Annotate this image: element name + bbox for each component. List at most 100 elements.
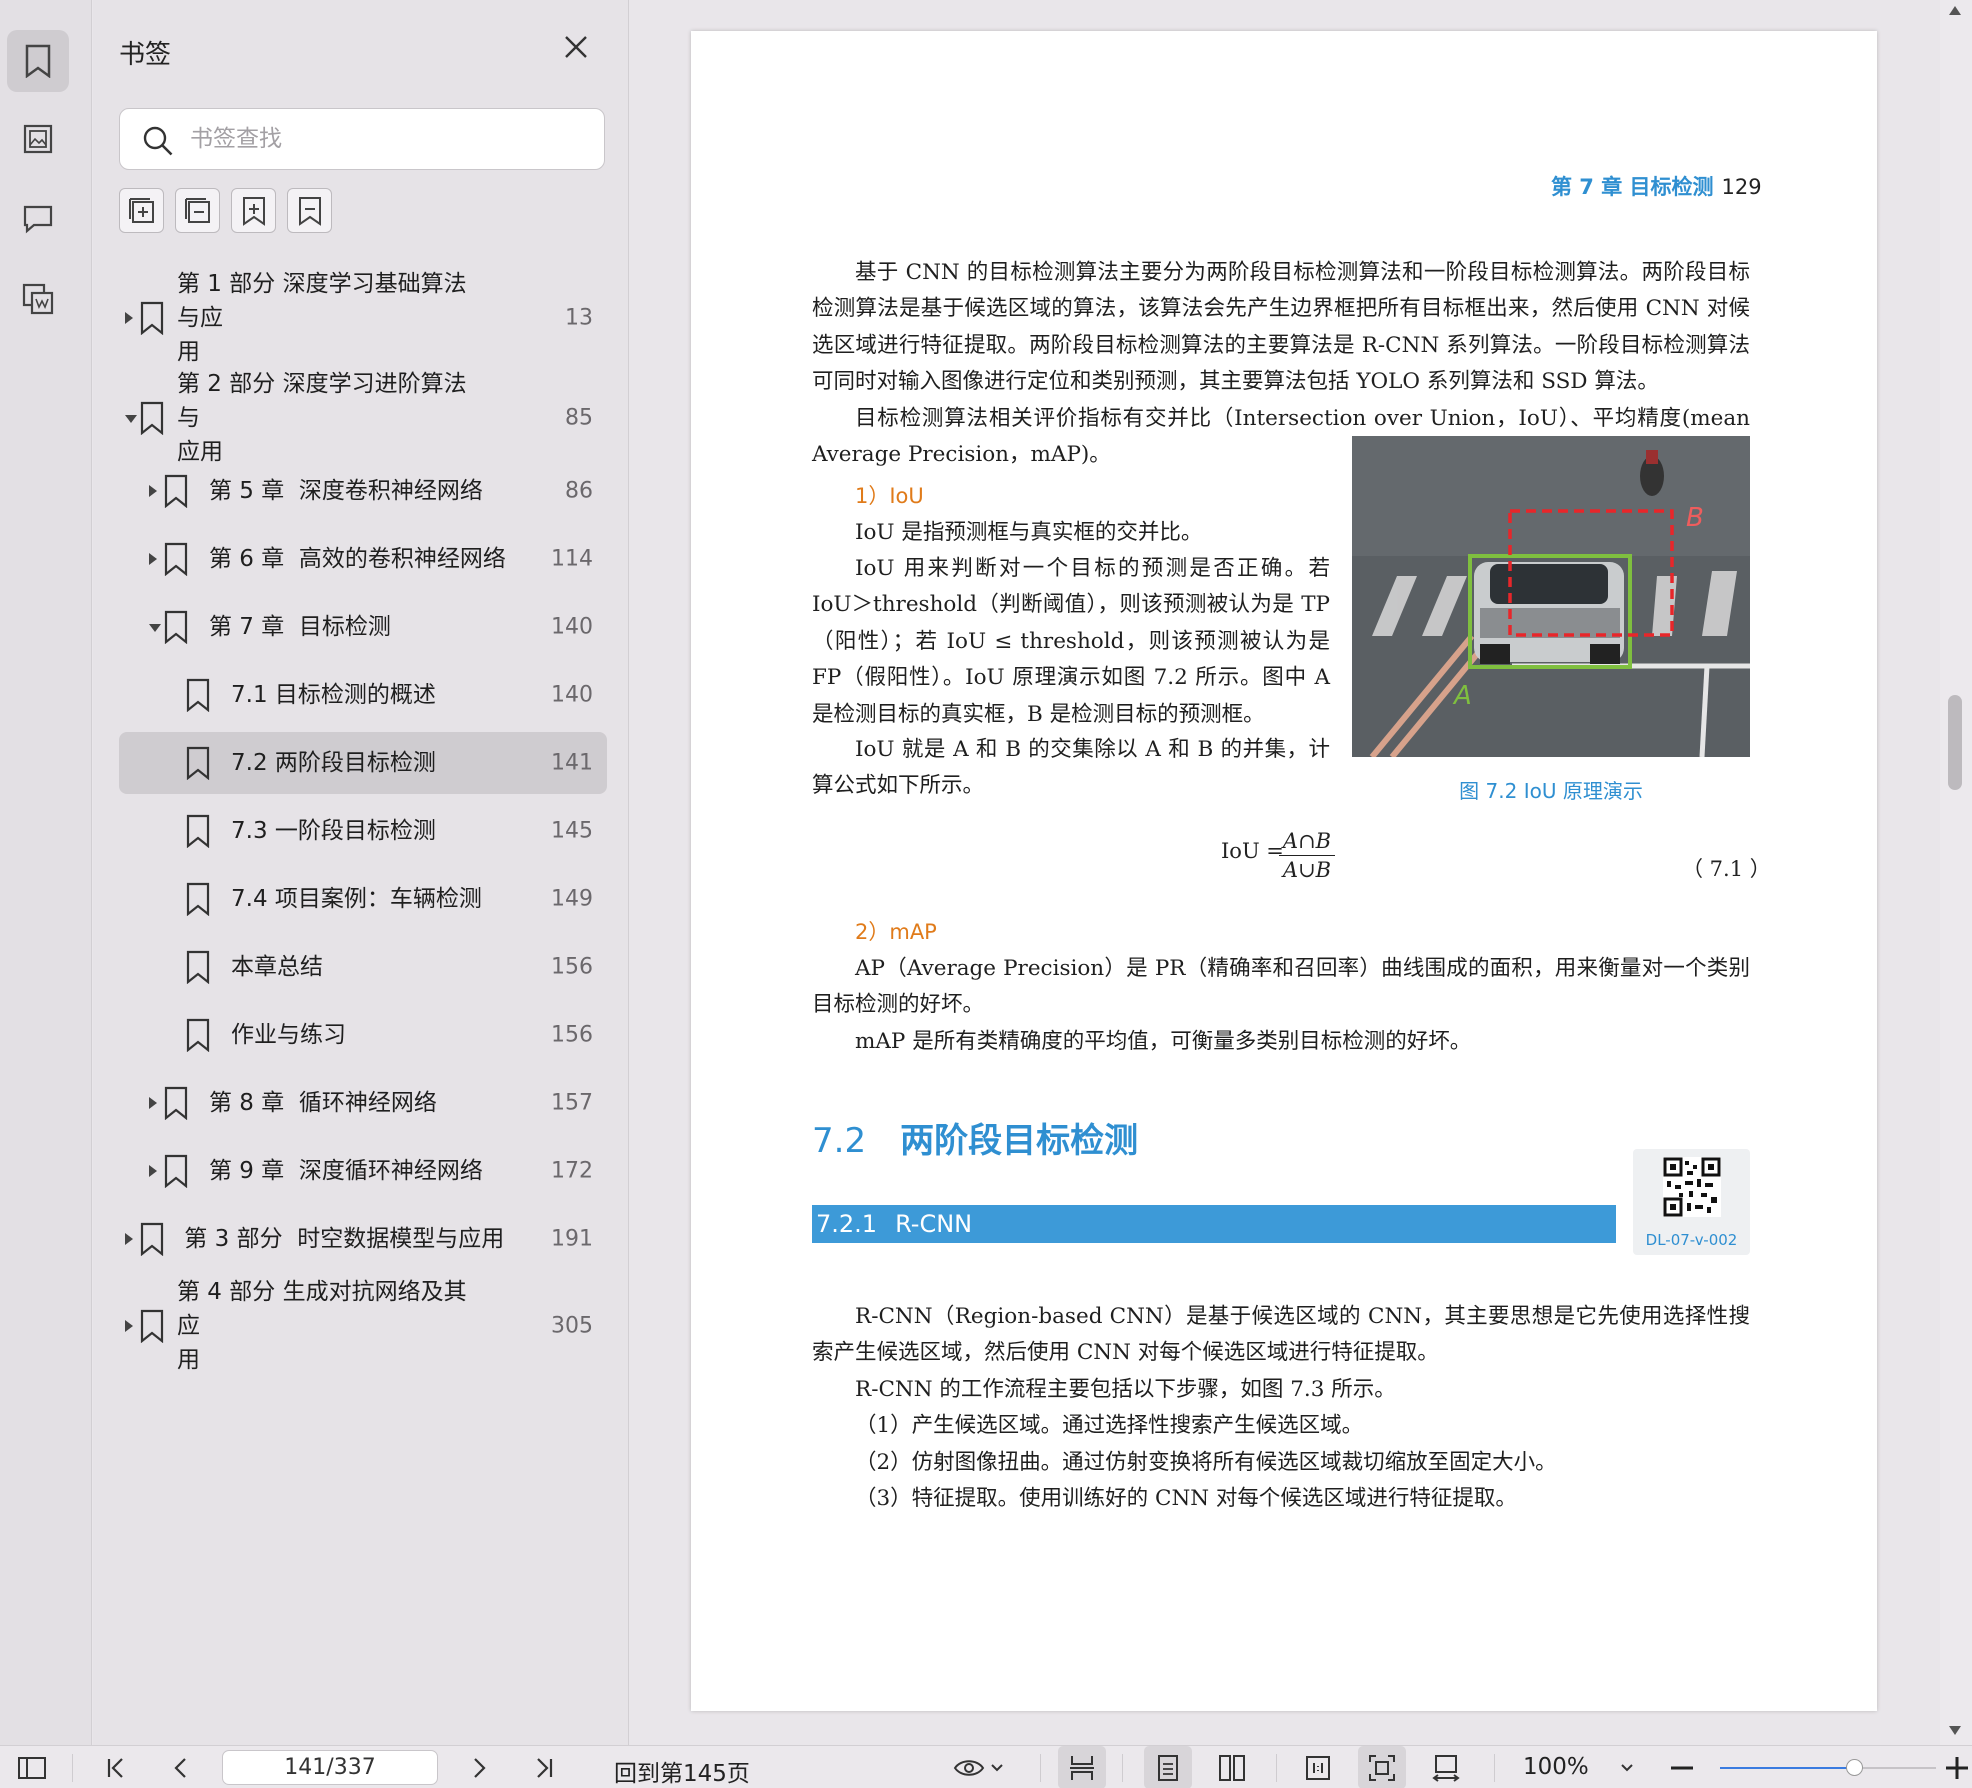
toolbar-divider [1494,1754,1495,1782]
bookmark-icon [139,301,165,339]
bookmark-item[interactable]: 第 8 章 循环神经网络 157 [119,1072,607,1134]
iou-figure-image: B A [1352,436,1750,757]
comment-icon [23,205,53,234]
zoom-dropdown-button[interactable] [1612,1746,1642,1788]
scroll-down-arrow-icon[interactable] [1949,1726,1961,1735]
expand-arrow-icon[interactable] [125,1320,133,1332]
expand-arrow-icon[interactable] [149,553,157,565]
bookmark-item[interactable]: 本章总结 156 [119,936,607,998]
attachments-panel-button[interactable] [7,268,69,330]
bookmark-icon [139,401,165,439]
bookmark-page-number: 114 [551,546,593,572]
bookmark-search-input[interactable] [190,121,580,157]
bookmark-page-number: 145 [551,818,593,844]
bookmark-label: 第 8 章 循环神经网络 [209,1090,437,1116]
bookmark-item[interactable]: 作业与练习 156 [119,1004,607,1066]
bookmark-page-number: 157 [551,1090,593,1116]
expand-arrow-icon[interactable] [149,1097,157,1109]
pdf-page: 第 7 章 目标检测 129 基于 CNN 的目标检测算法主要分为两阶段目标检测算… [691,31,1877,1711]
bookmark-item[interactable]: 7.4 项目案例：车辆检测 149 [119,868,607,930]
first-page-button[interactable] [98,1746,134,1788]
scroll-thumb[interactable] [1948,695,1962,790]
section-heading: 7.2 两阶段目标检测 [812,1113,1138,1162]
expand-arrow-icon[interactable] [149,1165,157,1177]
continuous-scroll-button[interactable] [1058,1746,1106,1788]
bookmarks-panel-button[interactable] [7,30,69,92]
vertical-scrollbar[interactable] [1940,0,1972,1745]
bookmark-item[interactable]: 第 3 部分 时空数据模型与应用 191 [119,1208,607,1270]
thumbnails-panel-button[interactable] [7,108,69,170]
bookmark-item[interactable]: 第 7 章 目标检测 140 [119,596,607,658]
bookmark-page-number: 85 [565,405,593,431]
add-bookmark-icon [242,196,265,226]
video-qr-code[interactable]: DL-07-v-002 [1633,1149,1750,1255]
bookmark-page-number: 305 [551,1313,593,1339]
bookmark-label: 7.4 项目案例：车辆检测 [231,886,482,912]
close-panel-button[interactable] [563,34,593,64]
expand-arrow-icon[interactable] [149,485,157,497]
next-page-button[interactable] [462,1746,498,1788]
bookmark-item[interactable]: 7.1 目标检测的概述 140 [119,664,607,726]
add-bookmark-button[interactable] [231,188,276,233]
toolbar-divider [1040,1754,1041,1782]
zoom-out-button[interactable] [1664,1746,1700,1788]
collapse-arrow-icon[interactable] [149,624,161,632]
page-number-input[interactable] [222,1750,438,1785]
running-head-page-number: 129 [1721,175,1762,199]
plus-icon [1946,1756,1968,1779]
bookmark-icon [185,746,211,784]
view-mode-dropdown[interactable] [948,1746,1008,1788]
zoom-slider-knob[interactable] [1845,1759,1863,1776]
bookmark-icon [25,44,51,78]
bookmark-label-line: 第 2 部分 深度学习进阶算法与 [177,371,467,431]
rcnn-step-3: （3）特征提取。使用训练好的 CNN 对每个候选区域进行特征提取。 [855,1486,1517,1511]
fit-width-button[interactable] [1422,1746,1470,1788]
bookmark-item[interactable]: 第 9 章 深度循环神经网络 172 [119,1140,607,1202]
subsection-number: 7.2.1 [816,1210,878,1238]
scroll-up-arrow-icon[interactable] [1949,6,1961,15]
bookmark-item[interactable]: 第 2 部分 深度学习进阶算法与 应用 85 [119,370,607,466]
bookmark-label: 7.2 两阶段目标检测 [231,750,436,776]
formula-denominator: A∪B [1282,858,1332,882]
bookmark-search [119,108,605,170]
collapse-all-button[interactable] [175,188,220,233]
bookmark-page-number: 141 [551,750,593,776]
previous-page-button[interactable] [162,1746,198,1788]
toggle-sidebar-button[interactable] [12,1746,52,1788]
figure-label-a: A [1452,681,1472,711]
panel-title: 书签 [119,40,172,70]
chevron-down-icon [1621,1763,1633,1771]
expand-arrow-icon[interactable] [125,1233,133,1245]
fit-page-button[interactable] [1358,1746,1406,1788]
bookmark-item[interactable]: 7.2 两阶段目标检测 141 [119,732,607,794]
bookmark-label: 第 2 部分 深度学习进阶算法与 应用 [177,367,477,469]
iou-heading: 1）IoU [855,484,924,508]
zoom-level[interactable]: 100% [1523,1754,1589,1780]
remove-bookmark-button[interactable] [287,188,332,233]
bookmark-item[interactable]: 7.3 一阶段目标检测 145 [119,800,607,862]
bookmark-item[interactable]: 第 4 部分 生成对抗网络及其应用 305 [119,1278,607,1374]
zoom-slider[interactable] [1720,1759,1936,1776]
expand-arrow-icon[interactable] [125,312,133,324]
bookmark-label-line: 用 [177,339,200,365]
fit-page-icon [1369,1754,1395,1781]
bookmark-icon [163,1086,189,1124]
bookmark-item[interactable]: 第 5 章 深度卷积神经网络 86 [119,460,607,522]
expand-all-icon [128,197,154,223]
toolbar-divider [72,1754,73,1782]
bookmark-page-number: 149 [551,886,593,912]
last-page-button[interactable] [526,1746,562,1788]
figure-label-b: B [1686,503,1704,533]
two-page-button[interactable] [1208,1746,1256,1788]
bookmark-page-number: 156 [551,1022,593,1048]
expand-all-button[interactable] [119,188,164,233]
bookmark-item[interactable]: 第 1 部分 深度学习基础算法与应用 13 [119,270,607,366]
actual-size-button[interactable] [1294,1746,1342,1788]
collapse-arrow-icon[interactable] [125,415,137,423]
bookmark-item[interactable]: 第 6 章 高效的卷积神经网络 114 [119,528,607,590]
zoom-in-button[interactable] [1942,1746,1972,1788]
iou-formula: IoU = A∩B A∪B [1221,829,1335,882]
single-page-button[interactable] [1144,1746,1192,1788]
return-to-page-link[interactable]: 回到第145页 [614,1754,750,1788]
comments-panel-button[interactable] [7,188,69,250]
